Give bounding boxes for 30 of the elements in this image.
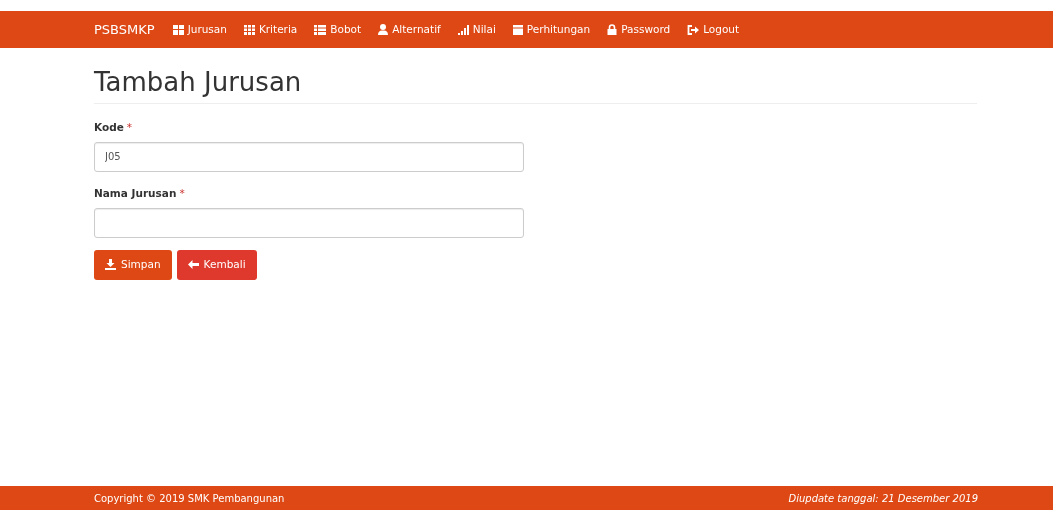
nav-link[interactable]: Logout [687,21,740,38]
nav-link[interactable]: Bobot [314,21,362,38]
logout-icon [687,24,700,35]
field-label: Kode [94,120,124,135]
nav-link[interactable]: Kriteria [243,21,298,38]
grid-icon [243,24,255,35]
calendar-icon [512,24,523,35]
signal-bars-icon [457,24,469,35]
brand-link[interactable]: PSBSMKP [94,19,155,40]
input-field[interactable] [94,207,524,238]
download-icon [105,259,116,270]
blocks-icon [172,24,184,35]
nav-link[interactable]: Jurusan [172,21,227,38]
list-icon [314,24,327,35]
copyright-text: Copyright © 2019 SMK Pembangunan [94,491,285,506]
field-label: Nama Jurusan [94,185,177,201]
nav-link[interactable]: Alternatif [378,21,441,38]
required-mark: * [126,120,133,135]
update-date-text: Diupdate tanggal: 21 Desember 2019 [788,491,978,506]
back-button[interactable]: Kembali [176,249,257,280]
lock-icon [607,24,618,35]
nav-link[interactable]: Password [607,21,671,38]
required-mark: * [179,185,185,201]
nav-link[interactable]: Perhitungan [512,21,591,38]
save-button[interactable]: Simpan [94,249,172,280]
arrow-left-icon [187,260,199,269]
input-field[interactable]: J05 [94,141,524,172]
page-title: Tambah Jurusan [94,66,303,99]
user-icon [378,24,389,35]
nav-link[interactable]: Nilai [457,21,496,38]
